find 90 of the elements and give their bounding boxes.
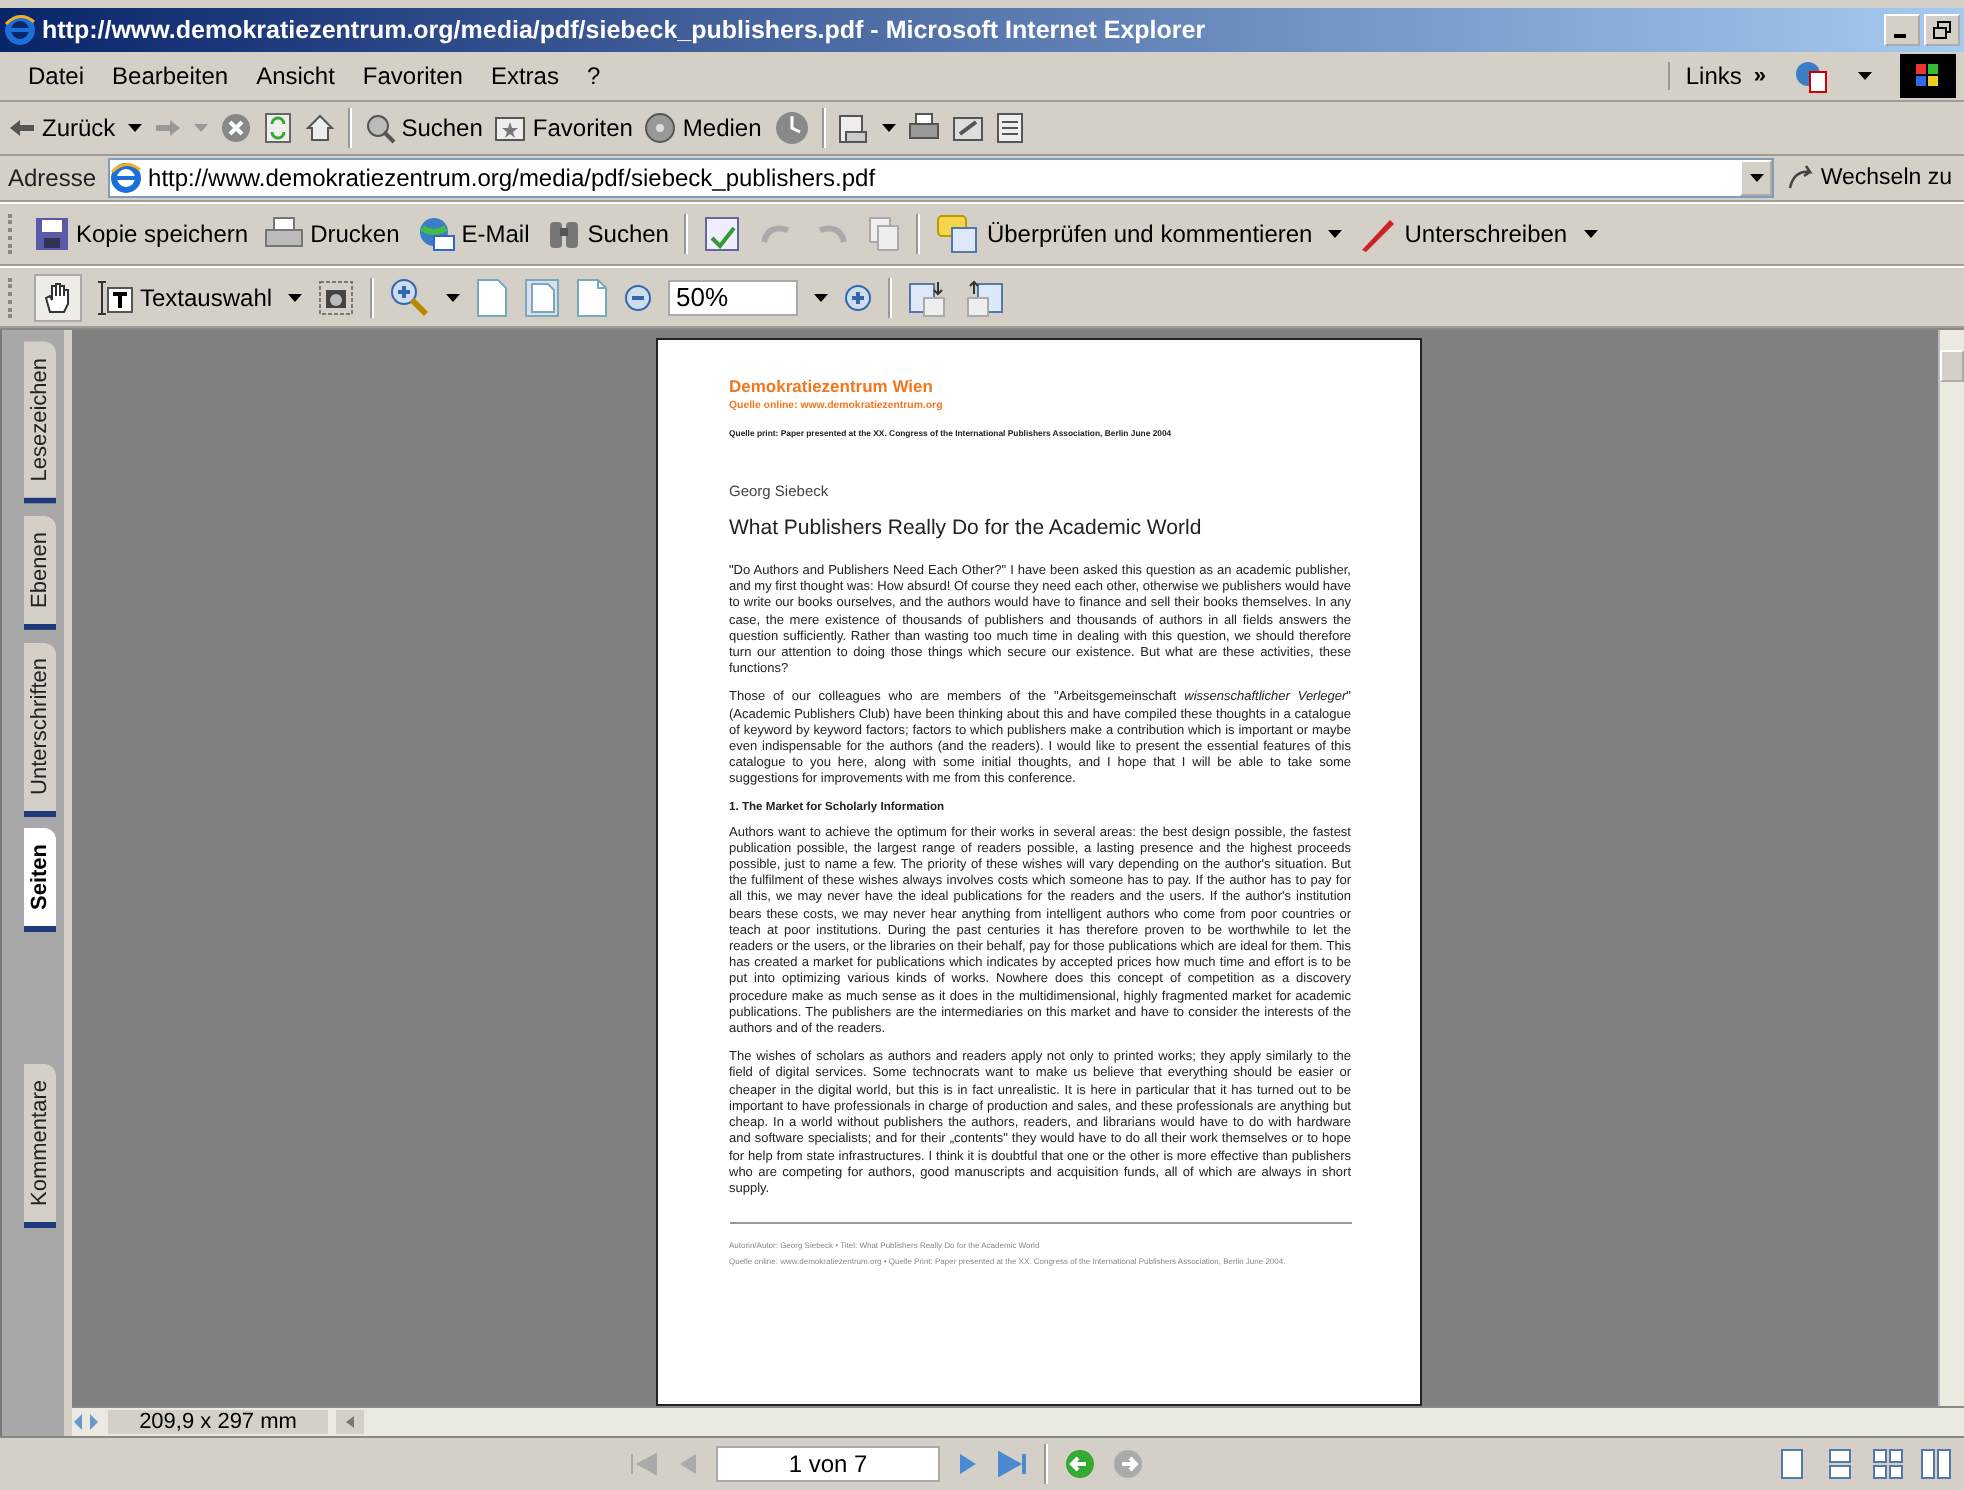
text-select-button[interactable]: Textauswahl (98, 279, 273, 315)
menu-item[interactable]: Bearbeiten (112, 62, 229, 90)
go-button[interactable]: Wechseln zu (1786, 164, 1956, 192)
next-page-icon[interactable] (956, 1450, 980, 1478)
back-button[interactable]: Zurück (8, 114, 116, 142)
search-button[interactable]: Suchen (545, 216, 669, 252)
pen-icon (1358, 214, 1399, 254)
actual-size-page-icon[interactable] (476, 277, 509, 317)
single-page-view-icon[interactable] (1776, 1448, 1808, 1480)
menu-item[interactable]: Ansicht (256, 62, 335, 90)
restore-icon (1932, 20, 1952, 40)
printer-icon (264, 216, 305, 252)
dropdown-caret-icon[interactable] (127, 124, 142, 132)
fit-page-icon[interactable] (524, 277, 561, 317)
menu-item[interactable]: Datei (28, 62, 85, 90)
side-panel-tab[interactable]: Seiten (24, 828, 56, 933)
print-icon[interactable] (907, 112, 940, 144)
zoom-in-icon[interactable] (390, 277, 431, 317)
media-button[interactable]: Medien (644, 112, 762, 144)
browser-logo-icon (110, 162, 143, 194)
side-panel-tab[interactable]: Kommentare (24, 1064, 56, 1229)
document-title: What Publishers Really Do for the Academic World (729, 516, 1204, 540)
dropdown-caret-icon[interactable] (1328, 230, 1343, 238)
favorites-button[interactable]: Favoriten (494, 114, 633, 142)
page-size-label: 209,9 x 297 mm (108, 1410, 328, 1434)
menu-item[interactable]: Favoriten (362, 62, 463, 90)
print-button[interactable]: Drucken (264, 216, 400, 252)
search-button[interactable]: Suchen (363, 112, 483, 144)
windows-logo-icon (1900, 54, 1956, 98)
dropdown-caret-icon[interactable] (1858, 72, 1872, 80)
organization-name: Demokratiezentrum Wien (729, 376, 935, 396)
dropdown-caret-icon[interactable] (814, 293, 829, 301)
window-title: http://www.demokratiezentrum.org/media/pdf/siebeck_publishers.pdf - Microsoft Internet Explorer (42, 16, 1206, 44)
side-panel-tab[interactable]: Lesezeichen (24, 342, 56, 504)
edit-icon[interactable] (951, 112, 984, 144)
email-button[interactable]: E-Mail (415, 216, 530, 252)
address-dropdown-button[interactable] (1740, 160, 1773, 196)
disc-icon (644, 112, 677, 144)
history-icon[interactable] (773, 110, 810, 146)
stop-icon[interactable] (219, 112, 252, 144)
side-panel-tab[interactable]: Ebenen (24, 515, 56, 630)
curved-arrow-icon (1786, 164, 1815, 192)
sign-button[interactable]: Unterschreiben (1358, 214, 1568, 254)
zoom-field[interactable]: 50% (668, 279, 799, 315)
save-copy-button[interactable]: Kopie speichern (34, 216, 249, 252)
address-field[interactable]: http://www.demokratiezentrum.org/media/pdf/siebeck_publishers.pdf (108, 158, 1775, 198)
menu-item[interactable]: ? (586, 62, 601, 90)
continuous-facing-view-icon[interactable] (1920, 1448, 1952, 1480)
vertical-scrollbar[interactable] (1938, 330, 1964, 1406)
minimize-button[interactable] (1884, 14, 1920, 46)
last-page-icon[interactable] (996, 1450, 1028, 1478)
zoom-in-button-icon[interactable] (844, 283, 873, 311)
side-panel-tab[interactable]: Unterschriften (24, 641, 56, 817)
back-view-icon[interactable] (1064, 1448, 1096, 1480)
globe-envelope-icon (415, 216, 456, 252)
restore-button[interactable] (1924, 14, 1960, 46)
dropdown-caret-icon[interactable] (881, 124, 896, 132)
menu-item[interactable]: Extras (490, 62, 559, 90)
text-cursor-icon (98, 279, 134, 315)
minimize-icon (1894, 34, 1906, 38)
snapshot-camera-icon[interactable] (318, 279, 355, 315)
continuous-view-icon[interactable] (1824, 1448, 1856, 1480)
dropdown-caret-icon[interactable] (446, 293, 461, 301)
review-comment-button[interactable]: Überprüfen und kommentieren (936, 214, 1313, 254)
pdf-document-icon[interactable] (1794, 58, 1830, 94)
links-label[interactable]: Links (1667, 62, 1742, 90)
page-number-field[interactable]: 1 von 7 (716, 1446, 940, 1482)
links-chevron[interactable]: » (1753, 64, 1766, 88)
address-label: Adresse (8, 164, 97, 192)
dropdown-caret-icon[interactable] (1583, 230, 1598, 238)
hand-tool-button[interactable] (34, 273, 82, 321)
fit-width-page-icon[interactable] (576, 277, 609, 317)
home-icon[interactable] (303, 112, 336, 144)
binoculars-icon (545, 216, 582, 252)
rotate-counterclockwise-icon[interactable] (964, 277, 1005, 317)
dropdown-caret-icon[interactable] (288, 293, 303, 301)
spell-check-icon[interactable] (704, 216, 741, 252)
zoom-out-icon[interactable] (624, 283, 653, 311)
speech-bubble-icon (936, 214, 981, 254)
dropdown-caret-icon (1749, 174, 1764, 182)
star-folder-icon (494, 114, 527, 142)
back-arrow-icon (8, 118, 36, 138)
search-icon (363, 112, 396, 144)
facing-view-icon[interactable] (1872, 1448, 1904, 1480)
rotate-clockwise-icon[interactable] (908, 277, 949, 317)
refresh-icon[interactable] (263, 112, 292, 144)
forward-view-icon[interactable] (1112, 1448, 1144, 1480)
browser-logo-icon (4, 14, 36, 46)
page-icon[interactable] (995, 112, 1024, 144)
split-handle-icon[interactable] (72, 1410, 100, 1434)
